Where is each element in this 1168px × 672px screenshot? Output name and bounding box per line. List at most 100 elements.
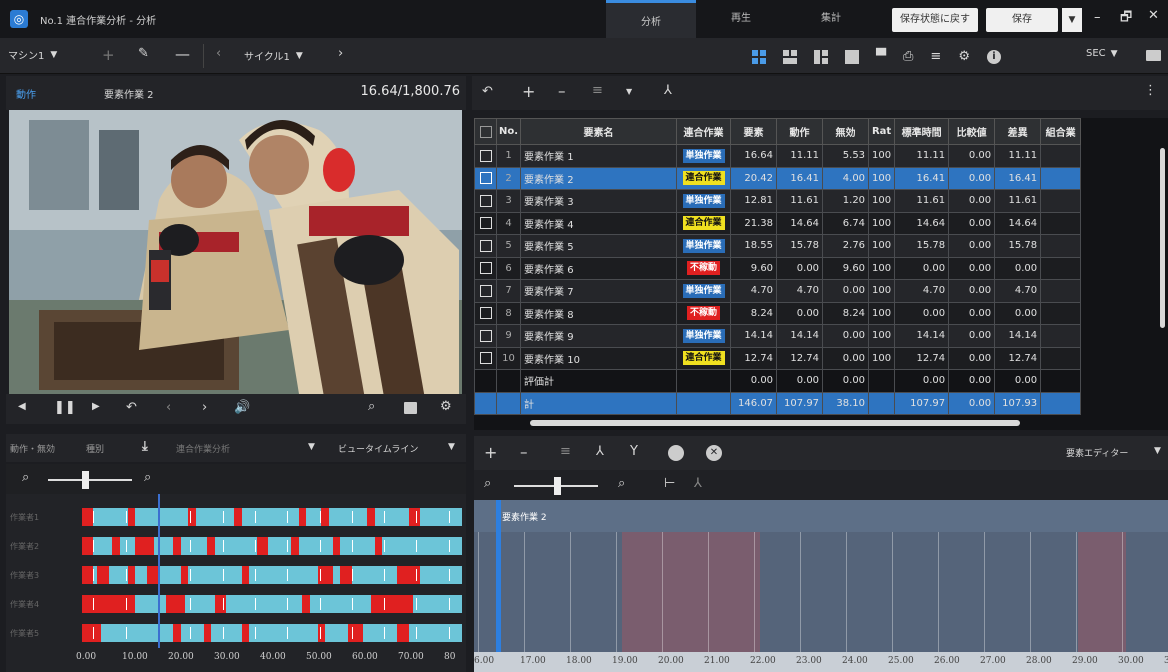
next-cycle-icon[interactable]: › bbox=[338, 46, 343, 61]
split-disabled-icon[interactable]: ⅄ bbox=[694, 476, 702, 491]
gear-icon[interactable]: ⚙ bbox=[958, 49, 970, 64]
cycle-select[interactable]: サイクル1 bbox=[244, 48, 290, 63]
playhead[interactable] bbox=[496, 500, 501, 672]
zoom-slider-handle[interactable] bbox=[554, 477, 561, 495]
video-frame[interactable] bbox=[9, 110, 462, 394]
chevron-down-icon[interactable]: ▼ bbox=[50, 50, 57, 60]
layout-two-col-icon[interactable] bbox=[814, 49, 828, 64]
playhead[interactable] bbox=[158, 494, 160, 648]
list-icon[interactable]: ≡ bbox=[930, 49, 941, 64]
select-all-checkbox[interactable] bbox=[474, 118, 497, 145]
rewind-icon[interactable]: ◀ bbox=[18, 401, 26, 412]
table-row[interactable]: 2 要素作業 2 連合作業 20.42 16.41 4.00 100 16.41 0.00 16.… bbox=[474, 166, 1082, 190]
chevron-down-icon[interactable]: ▼ bbox=[296, 51, 303, 61]
timeline-lane[interactable] bbox=[82, 595, 462, 613]
more-icon[interactable]: ⋮ bbox=[1144, 83, 1157, 98]
table-row[interactable]: 4 要素作業 4 連合作業 21.38 14.64 6.74 100 14.64 0.00 14.… bbox=[474, 211, 1082, 235]
minus-icon[interactable]: – bbox=[520, 443, 528, 461]
element-editor-canvas[interactable]: 要素作業 2 6.00 17.00 18.00 19.00 20.00 21.00 22.0… bbox=[474, 500, 1168, 672]
timeline-lane[interactable] bbox=[82, 624, 462, 642]
format-icon[interactable]: ≡ bbox=[592, 83, 603, 98]
row-checkbox[interactable] bbox=[474, 256, 497, 280]
vertical-scrollbar[interactable] bbox=[1160, 148, 1165, 328]
print-icon[interactable]: ⎙ bbox=[903, 49, 913, 64]
horizontal-scrollbar[interactable] bbox=[530, 420, 1020, 426]
machine-select[interactable]: マシン1 bbox=[8, 47, 44, 62]
worker-timeline[interactable]: 作業者1 作業者2 作業者3 作業者4 作業者5 0.00 10.00 20.00 30.00… bbox=[6, 494, 466, 672]
row-checkbox[interactable] bbox=[474, 346, 497, 370]
row-checkbox[interactable] bbox=[474, 234, 497, 258]
tab-summary[interactable]: 集計 bbox=[786, 0, 876, 38]
col-header[interactable]: 動作 bbox=[776, 118, 824, 145]
col-header[interactable]: 無効 bbox=[822, 118, 870, 145]
back-icon[interactable]: ↶ bbox=[126, 400, 137, 415]
unit-select[interactable]: SEC bbox=[1086, 48, 1106, 59]
table-row[interactable]: 3 要素作業 3 単独作業 12.81 11.61 1.20 100 11.61 0.00 11.… bbox=[474, 189, 1082, 213]
layout-grid-icon[interactable] bbox=[752, 49, 766, 64]
layout-two-row-icon[interactable] bbox=[783, 49, 797, 64]
row-checkbox[interactable] bbox=[474, 279, 497, 303]
image-icon[interactable] bbox=[404, 402, 417, 414]
row-checkbox[interactable] bbox=[474, 166, 497, 190]
folder-icon[interactable] bbox=[1146, 50, 1161, 61]
timeline-lane[interactable] bbox=[82, 566, 462, 584]
zoom-out-icon[interactable]: ⌕ bbox=[22, 470, 29, 485]
row-checkbox[interactable] bbox=[474, 324, 497, 348]
col-header[interactable]: Rat bbox=[868, 118, 896, 145]
table-row[interactable]: 8 要素作業 8 不稼動 8.24 0.00 8.24 100 0.00 0.00 0.00 bbox=[474, 301, 1082, 325]
table-row[interactable]: 5 要素作業 5 単独作業 18.55 15.78 2.76 100 15.78 0.00 15.… bbox=[474, 234, 1082, 258]
col-header[interactable]: 組合業 bbox=[1040, 118, 1082, 145]
play-icon[interactable]: ▶ bbox=[92, 401, 100, 412]
stop-icon[interactable] bbox=[668, 445, 684, 461]
split-icon[interactable]: ⅄ bbox=[664, 83, 672, 98]
table-row[interactable]: 7 要素作業 7 単独作業 4.70 4.70 0.00 100 4.70 0.00 4.70 bbox=[474, 279, 1082, 303]
tab-motion-invalid[interactable]: 動作・無効 bbox=[10, 442, 55, 455]
add-icon[interactable]: + bbox=[484, 443, 497, 462]
col-header[interactable]: No. bbox=[495, 118, 522, 145]
merge-icon[interactable]: Y bbox=[630, 444, 638, 459]
zoom-icon[interactable]: ⌕ bbox=[368, 399, 375, 414]
delete-icon[interactable]: ✕ bbox=[706, 445, 722, 461]
minimize-icon[interactable]: – bbox=[1094, 10, 1101, 25]
add-icon[interactable]: + bbox=[102, 46, 115, 64]
zoom-in-icon[interactable]: ⌕ bbox=[618, 476, 625, 491]
save-dropdown-icon[interactable]: ▼ bbox=[1062, 8, 1082, 32]
col-header[interactable]: 差異 bbox=[994, 118, 1042, 145]
undo-icon[interactable]: ↶ bbox=[482, 84, 493, 99]
zoom-in-icon[interactable]: ⌕ bbox=[144, 470, 151, 485]
table-row[interactable]: 9 要素作業 9 単独作業 14.14 14.14 0.00 100 14.14 0.00 14.… bbox=[474, 324, 1082, 348]
tab-type[interactable]: 種別 bbox=[86, 442, 104, 455]
split-icon[interactable]: ⅄ bbox=[596, 444, 604, 459]
col-header[interactable]: 要素名 bbox=[520, 118, 678, 145]
tab-combined-analysis[interactable]: 連合作業分析 bbox=[176, 442, 230, 455]
view-select[interactable]: ビュータイムライン bbox=[338, 442, 418, 455]
remove-row-icon[interactable]: – bbox=[558, 82, 566, 100]
info-icon[interactable]: i bbox=[986, 49, 1001, 64]
col-header[interactable]: 標準時間 bbox=[894, 118, 950, 145]
prev-cycle-icon[interactable]: ‹ bbox=[216, 46, 221, 61]
col-header[interactable]: 比較値 bbox=[948, 118, 996, 145]
volume-icon[interactable]: 🔊 bbox=[234, 400, 250, 415]
maximize-icon[interactable]: 🗗 bbox=[1120, 8, 1132, 30]
chevron-down-icon[interactable]: ▼ bbox=[1111, 49, 1118, 59]
close-icon[interactable]: ✕ bbox=[1148, 8, 1159, 23]
table-row[interactable]: 1 要素作業 1 単独作業 16.64 11.11 5.53 100 11.11 0.00 11.… bbox=[474, 144, 1082, 168]
row-checkbox[interactable] bbox=[474, 144, 497, 168]
timeline-lane[interactable] bbox=[82, 508, 462, 526]
step-back-icon[interactable]: ‹ bbox=[166, 400, 171, 415]
clapperboard-icon[interactable]: ▀ bbox=[876, 49, 886, 64]
restore-button[interactable]: 保存状態に戻す bbox=[892, 8, 978, 32]
marker-icon[interactable]: ⊢ bbox=[664, 476, 675, 491]
zoom-slider-handle[interactable] bbox=[82, 471, 89, 489]
layout-single-icon[interactable] bbox=[845, 49, 859, 64]
chevron-down-icon[interactable]: ▼ bbox=[1154, 446, 1161, 456]
timeline-lane[interactable] bbox=[82, 537, 462, 555]
chevron-down-icon[interactable]: ▼ bbox=[626, 87, 632, 96]
save-button[interactable]: 保存 bbox=[986, 8, 1058, 32]
table-row[interactable]: 6 要素作業 6 不稼動 9.60 0.00 9.60 100 0.00 0.00 0.00 bbox=[474, 256, 1082, 280]
editor-select[interactable]: 要素エディター bbox=[1066, 446, 1128, 459]
pause-icon[interactable]: ❚❚ bbox=[54, 400, 76, 415]
chevron-down-icon[interactable]: ▼ bbox=[308, 442, 315, 452]
row-checkbox[interactable] bbox=[474, 301, 497, 325]
row-checkbox[interactable] bbox=[474, 211, 497, 235]
